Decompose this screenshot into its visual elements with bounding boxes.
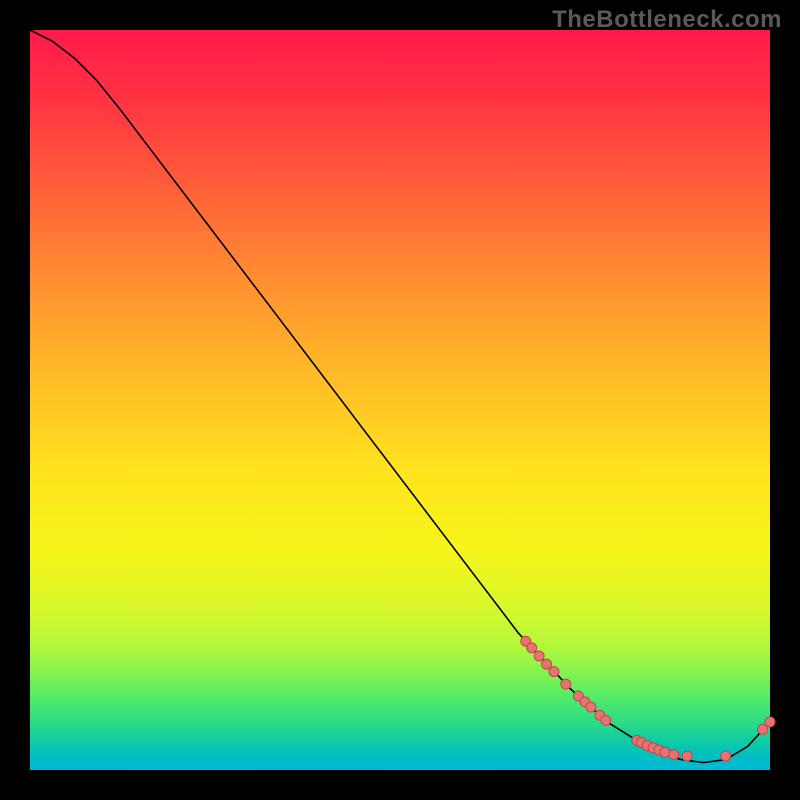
data-point [660, 747, 670, 757]
data-point [721, 751, 731, 761]
data-point [534, 651, 544, 661]
data-point [586, 702, 596, 712]
curve-line [30, 30, 770, 763]
data-point [765, 717, 775, 727]
data-point [758, 724, 768, 734]
chart-svg [30, 30, 770, 770]
data-point [669, 749, 679, 759]
data-point [682, 751, 692, 761]
chart-frame: TheBottleneck.com [0, 0, 800, 800]
data-point [527, 643, 537, 653]
data-point [549, 667, 559, 677]
data-points [521, 636, 775, 761]
data-point [542, 659, 552, 669]
data-point [561, 679, 571, 689]
data-point [601, 715, 611, 725]
